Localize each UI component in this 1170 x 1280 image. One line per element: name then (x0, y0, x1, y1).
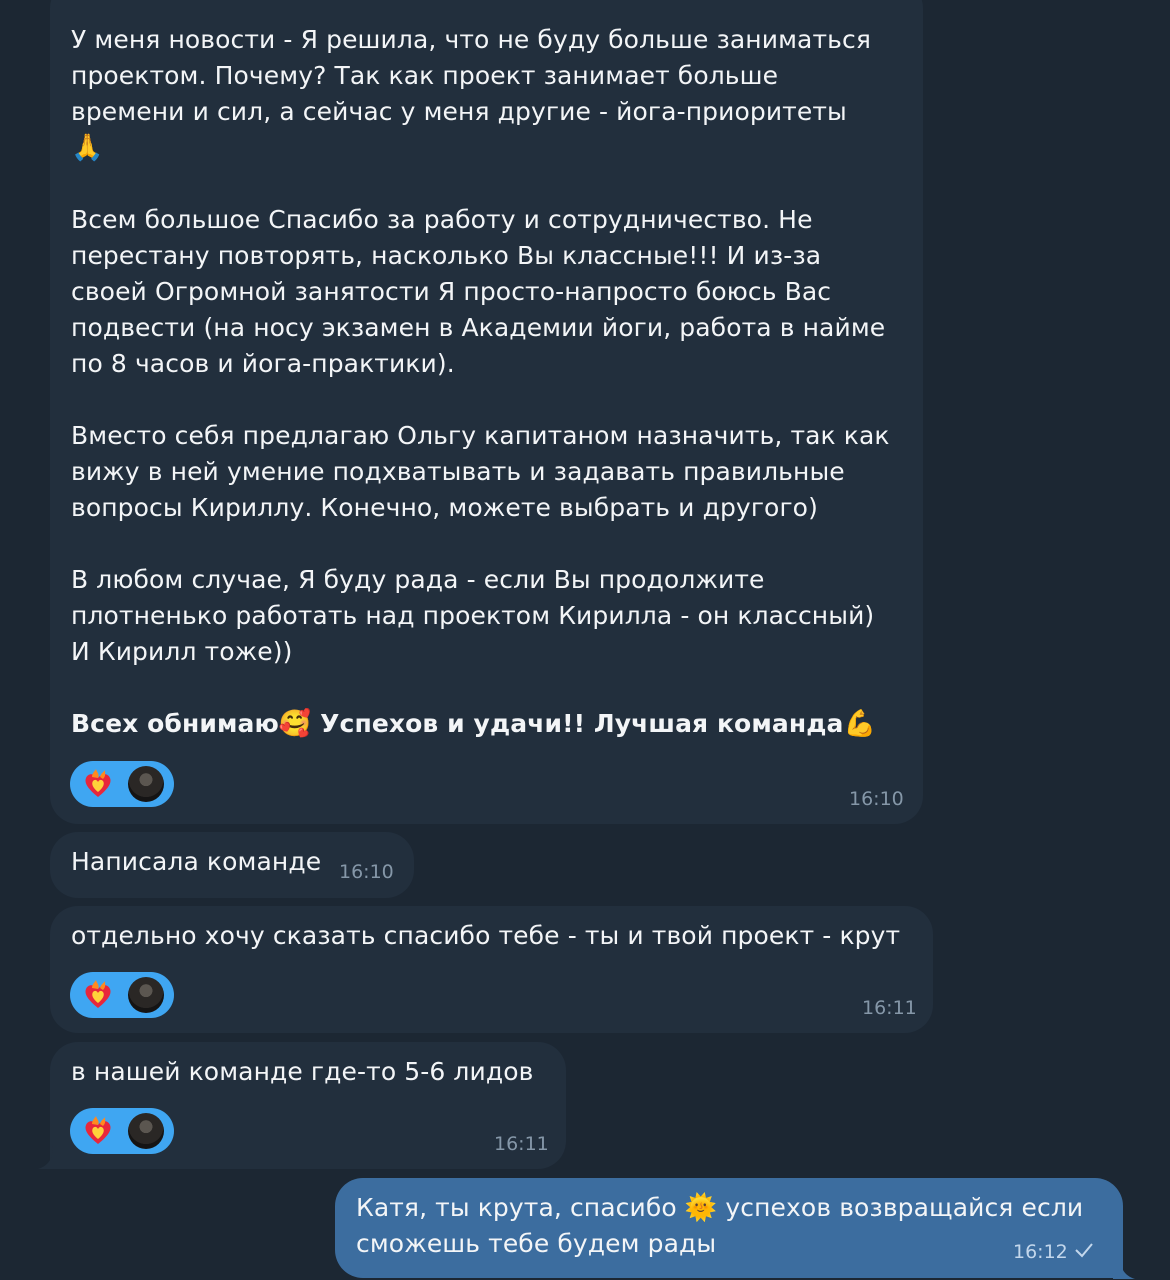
message-paragraph-2: Всем большое Спасибо за работу и сотрудн… (71, 205, 886, 378)
outgoing-message-bubble[interactable]: Катя, ты крута, спасибо 🌞 успехов возвра… (335, 1178, 1123, 1278)
smiling-hearts-emoji: 🥰 (278, 709, 312, 739)
message-bubble[interactable]: в нашей команде где-то 5-6 лидов 16:11 (50, 1042, 566, 1169)
message-paragraph-3: Вместо себя предлагаю Ольгу капитаном на… (71, 421, 890, 522)
message-text: Катя, ты крута, спасибо 🌞 успехов возвра… (356, 1193, 1084, 1258)
pray-emoji: 🙏 (71, 133, 104, 163)
message-paragraph-1: У меня новости - Я решила, что не буду б… (71, 25, 871, 163)
heart-on-fire-icon (85, 1116, 111, 1144)
sun-emoji: 🌞 (684, 1193, 718, 1223)
outgoing-bubble-tail (1113, 1256, 1135, 1279)
chat-view: У меня новости - Я решила, что не буду б… (0, 0, 1170, 1280)
reaction-badge[interactable] (70, 761, 174, 807)
message-text: Написала команде (71, 847, 322, 876)
reactor-avatar[interactable] (128, 1113, 164, 1149)
reactor-avatar[interactable] (128, 977, 164, 1013)
message-text: отдельно хочу сказать спасибо тебе - ты … (71, 921, 901, 950)
message-time: 16:12 (1013, 1241, 1094, 1263)
message-bold-line: Всех обнимаю🥰 Успехов и удачи!! Лучшая к… (71, 709, 876, 739)
message-time: 16:10 (339, 861, 394, 883)
heart-on-fire-icon (85, 980, 111, 1008)
incoming-bubble-tail (38, 1146, 60, 1169)
flexed-biceps-emoji: 💪 (843, 709, 876, 739)
message-time: 16:10 (849, 788, 904, 810)
message-bubble-long[interactable]: У меня новости - Я решила, что не буду б… (50, 0, 923, 824)
message-text: в нашей команде где-то 5-6 лидов (71, 1057, 534, 1086)
check-icon (1075, 1243, 1093, 1258)
message-bubble[interactable]: отдельно хочу сказать спасибо тебе - ты … (50, 906, 933, 1033)
reaction-badge[interactable] (70, 972, 174, 1018)
message-paragraph-4: В любом случае, Я буду рада - если Вы пр… (71, 565, 875, 666)
reaction-badge[interactable] (70, 1108, 174, 1154)
heart-on-fire-icon (85, 769, 111, 797)
message-bubble[interactable]: Написала команде 16:10 (50, 832, 414, 898)
message-time: 16:11 (862, 997, 917, 1019)
message-time: 16:11 (494, 1133, 549, 1155)
reactor-avatar[interactable] (128, 766, 164, 802)
